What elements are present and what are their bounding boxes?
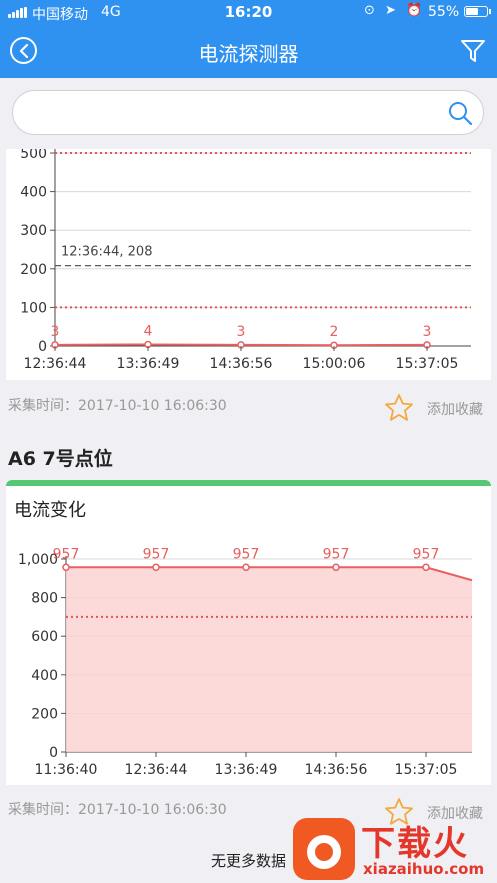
status-icons: ⊙ ➤ ⏰ <box>364 3 422 18</box>
star-outline-icon <box>385 394 413 421</box>
status-bar: 中国移动 4G 16:20 ⊙ ➤ ⏰ 55% <box>0 0 497 24</box>
x-tick-label: 15:37:05 <box>396 356 459 372</box>
x-tick-label: 14:36:56 <box>305 762 368 778</box>
y-tick-label: 400 <box>31 668 58 684</box>
lock-rotation-icon: ⊙ <box>364 3 375 18</box>
x-tick-label: 13:36:49 <box>117 356 180 372</box>
data-label: 957 <box>413 546 440 562</box>
y-tick-label: 200 <box>31 706 58 722</box>
watermark-logo-icon <box>293 818 355 880</box>
data-label: 3 <box>237 324 246 340</box>
alarm-icon: ⏰ <box>406 3 423 18</box>
data-label: 957 <box>233 546 260 562</box>
location-icon: ➤ <box>385 3 396 18</box>
y-tick-label: 400 <box>20 185 47 201</box>
x-tick-label: 12:36:44 <box>125 762 188 778</box>
search-box[interactable] <box>12 90 484 135</box>
current-chart-1: 0 100 200 300 400 500 12:36:44, 208 3 12:36:44 4 1… <box>20 146 471 372</box>
y-tick-label: 0 <box>38 339 47 355</box>
reference-line-label: 12:36:44, 208 <box>61 245 152 260</box>
y-tick-label: 100 <box>20 300 47 316</box>
nav-bar: 中国移动 4G 16:20 ⊙ ➤ ⏰ 55% 电流探测器 <box>0 0 497 78</box>
data-label: 3 <box>423 324 432 340</box>
filter-button[interactable] <box>459 37 487 65</box>
watermark-text: 下载火 <box>361 824 469 864</box>
data-point <box>62 563 70 572</box>
search-icon[interactable] <box>447 100 473 126</box>
data-label: 957 <box>53 546 80 562</box>
watermark: 下载火 xiazaihuo.com <box>293 816 497 883</box>
favorite-label-1: 添加收藏 <box>427 402 483 418</box>
collect-time-1: 采集时间：2017-10-10 16:06:30 <box>8 398 227 414</box>
data-label: 2 <box>330 324 339 340</box>
y-tick-label: 500 <box>20 149 47 162</box>
chart-card-2: 电流变化 0 200 400 600 800 1,000 957 11:36:40 957 12:… <box>6 480 491 785</box>
y-tick-label: 600 <box>31 629 58 645</box>
data-point <box>242 563 250 572</box>
x-tick-label: 15:37:05 <box>395 762 458 778</box>
y-tick-label: 800 <box>31 591 58 607</box>
data-point <box>422 563 430 572</box>
data-point <box>332 563 340 572</box>
x-tick-label: 11:36:40 <box>35 762 98 778</box>
filter-funnel-icon <box>461 40 485 62</box>
point-title: A6 7号点位 <box>8 448 113 470</box>
favorite-button-1[interactable]: 添加收藏 <box>384 393 494 423</box>
x-tick-label: 12:36:44 <box>24 356 87 372</box>
area-fill <box>66 567 472 752</box>
collect-time-2: 采集时间：2017-10-10 16:06:30 <box>8 802 227 818</box>
y-tick-label: 300 <box>20 223 47 239</box>
chart-card-1: 0 100 200 300 400 500 12:36:44, 208 3 12:36:44 4 1… <box>6 146 491 380</box>
status-time: 16:20 <box>224 3 273 21</box>
watermark-url: xiazaihuo.com <box>363 860 485 878</box>
x-tick-label: 13:36:49 <box>215 762 278 778</box>
data-label: 3 <box>51 324 60 340</box>
data-label: 4 <box>144 323 153 339</box>
search-input[interactable] <box>33 101 433 125</box>
data-label: 957 <box>323 546 350 562</box>
battery-icon <box>464 6 491 17</box>
page-title: 电流探测器 <box>198 42 299 66</box>
x-tick-label: 14:36:56 <box>210 356 273 372</box>
data-label: 957 <box>143 546 170 562</box>
current-chart-2: 02004006008001,00095711:36:4095712:36:44… <box>18 546 473 778</box>
y-tick-label: 200 <box>20 262 47 278</box>
y-tick-label: 0 <box>49 745 58 761</box>
data-point <box>152 563 160 572</box>
x-tick-label: 15:00:06 <box>303 356 366 372</box>
battery-percent: 55% <box>428 4 460 20</box>
